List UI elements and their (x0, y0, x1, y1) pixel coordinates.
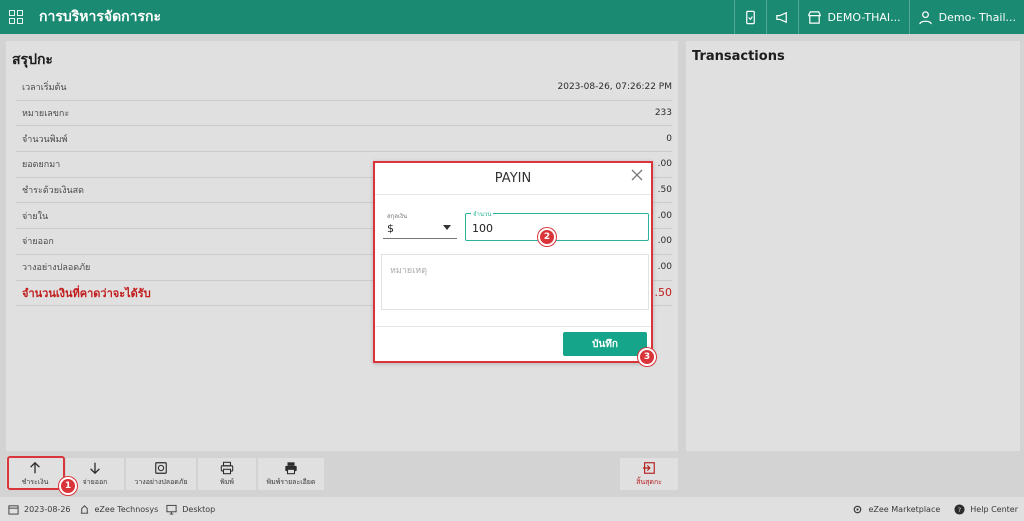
megaphone-icon (775, 11, 787, 23)
top-bar: การบริหารจัดการกะ DEMO-THAI... Demo- Tha… (0, 0, 1024, 34)
payin-highlight (7, 456, 65, 490)
location-name: DEMO-THAI... (827, 10, 901, 24)
close-icon[interactable] (631, 169, 643, 181)
dialog-title: PAYIN (494, 171, 532, 186)
step-badge-3: 3 (638, 348, 656, 366)
device-button[interactable] (733, 0, 766, 34)
step-badge-2: 2 (538, 228, 556, 246)
note-field[interactable] (381, 254, 649, 310)
amount-value: 100 (472, 222, 493, 235)
note-textarea[interactable] (382, 255, 648, 309)
dialog-divider (375, 194, 651, 195)
dialog-footer-divider (375, 326, 651, 327)
currency-label: สกุลเงิน (387, 213, 408, 220)
user-name: Demo- Thail... (938, 10, 1016, 24)
amount-input[interactable]: จำนวน 100 (465, 209, 649, 241)
store-icon (807, 10, 821, 24)
announcement-button[interactable] (765, 0, 798, 34)
apps-grid-icon[interactable] (9, 10, 23, 24)
payin-dialog: PAYIN สกุลเงิน $ จำนวน 100 บันทึก (373, 161, 653, 363)
location-button[interactable]: DEMO-THAI... (797, 0, 909, 34)
phone-settings-icon (745, 10, 755, 24)
save-button[interactable]: บันทึก (563, 332, 647, 356)
caret-down-icon (443, 225, 451, 230)
user-icon (918, 10, 932, 24)
page-title: การบริหารจัดการกะ (39, 9, 162, 25)
user-menu-button[interactable]: Demo- Thail... (908, 0, 1024, 34)
currency-value: $ (387, 222, 394, 235)
step-badge-1: 1 (59, 477, 77, 495)
currency-select[interactable]: สกุลเงิน $ (383, 211, 457, 239)
amount-label: จำนวน (471, 209, 494, 219)
